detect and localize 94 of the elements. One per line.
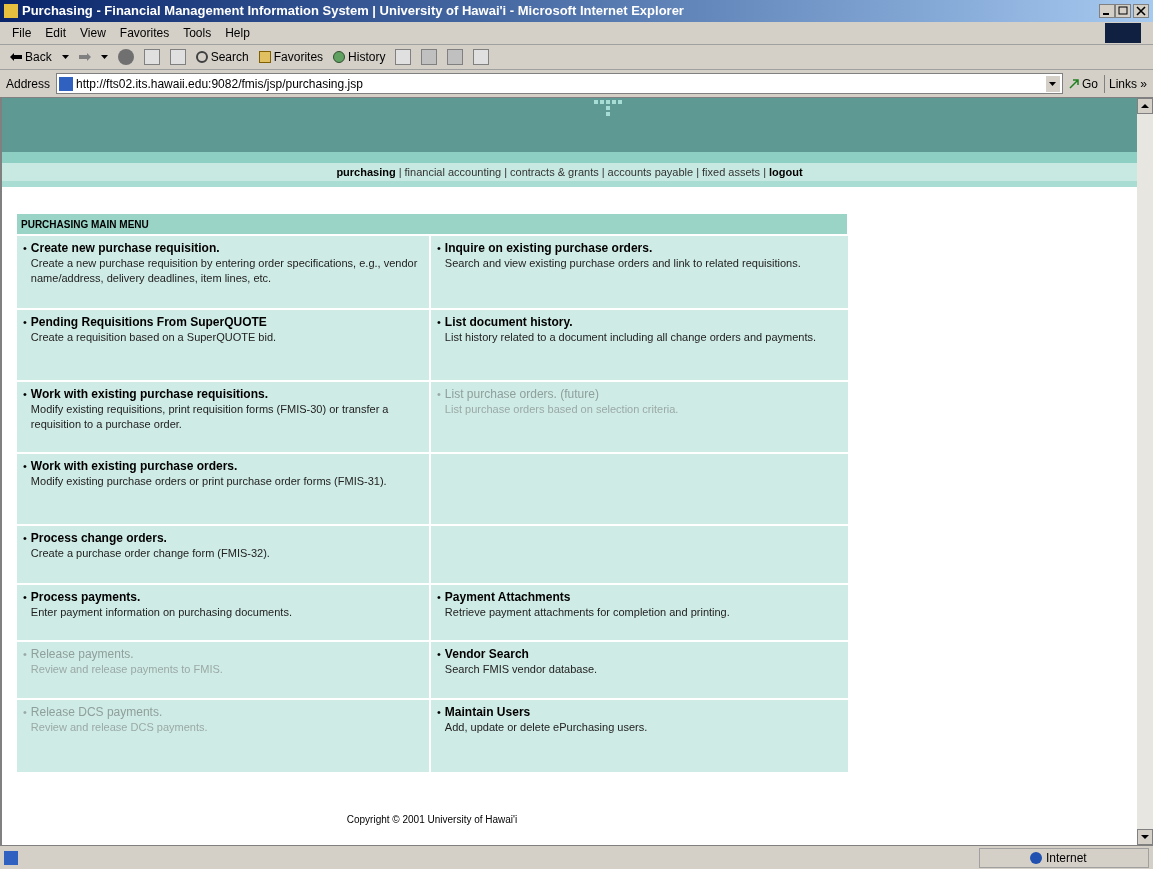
refresh-icon[interactable] xyxy=(143,49,160,65)
bullet: • xyxy=(437,647,441,662)
nav-link[interactable]: logout xyxy=(769,163,803,181)
bullet: • xyxy=(23,241,27,256)
globe-icon xyxy=(1030,851,1042,864)
nav-link[interactable]: financial accounting xyxy=(404,163,502,181)
search-button[interactable]: Search xyxy=(195,48,249,66)
go-button[interactable]: Go xyxy=(1068,74,1098,93)
print-icon[interactable] xyxy=(421,49,438,65)
menu-item[interactable]: Help xyxy=(225,24,250,42)
dropdown-caret-icon[interactable] xyxy=(1049,81,1057,86)
address-label: Address xyxy=(6,75,51,93)
copyright-text: Copyright © 2001 University of Hawai'i xyxy=(345,813,519,827)
windows-logo-icon xyxy=(1105,23,1141,43)
menu-description: Add, update or delete ePurchasing users. xyxy=(444,720,648,735)
folder-icon xyxy=(258,51,271,63)
nav-separator: | xyxy=(504,164,508,180)
menu-link[interactable]: Work with existing purchase orders. xyxy=(30,459,387,474)
discuss-icon[interactable] xyxy=(473,49,490,65)
menu-description: Create a purchase order change form (FMIS-32). xyxy=(30,546,270,561)
menu-item[interactable]: File xyxy=(12,24,32,42)
bullet: • xyxy=(437,315,441,330)
dropdown-caret-icon[interactable] xyxy=(61,55,69,59)
nav-link[interactable]: purchasing xyxy=(336,163,396,181)
menu-link[interactable]: Inquire on existing purchase orders. xyxy=(444,241,801,256)
menu-item[interactable]: View xyxy=(80,24,106,42)
menu-link[interactable]: Create new purchase requisition. xyxy=(30,241,423,256)
dropdown-caret-icon[interactable] xyxy=(100,55,108,59)
links-button[interactable]: Links » xyxy=(1103,74,1147,93)
menu-description: Search FMIS vendor database. xyxy=(444,662,598,677)
menu-description: Review and release payments to FMIS. xyxy=(30,662,223,677)
menu-link[interactable]: Process payments. xyxy=(30,590,292,605)
bullet: • xyxy=(23,590,27,605)
menu-link[interactable]: Pending Requisitions From SuperQUOTE xyxy=(30,315,277,330)
back-button[interactable]: Back xyxy=(10,48,52,66)
bullet: • xyxy=(437,241,441,256)
nav-separator: | xyxy=(763,164,766,180)
menu-description: Enter payment information on purchasing documents. xyxy=(30,605,292,620)
favorites-button[interactable]: Favorites xyxy=(258,48,324,66)
nav-link[interactable]: accounts payable xyxy=(607,163,694,181)
zone-label: Internet xyxy=(1046,849,1087,867)
menu-description: Review and release DCS payments. xyxy=(30,720,208,735)
menu-description: Create a requisition based on a SuperQUOTE bid. xyxy=(30,330,277,345)
menu-item[interactable]: Favorites xyxy=(119,24,170,42)
maximize-button[interactable] xyxy=(1115,4,1131,18)
address-field[interactable]: http://fts02.its.hawaii.edu:9082/fmis/jsp/purchasing.jsp xyxy=(56,73,1063,94)
app-icon xyxy=(4,4,18,18)
bullet: • xyxy=(23,315,27,330)
bullet: • xyxy=(437,590,441,605)
bullet: • xyxy=(23,647,27,662)
menu-link[interactable]: Maintain Users xyxy=(444,705,648,720)
bullet: • xyxy=(23,531,27,546)
stop-icon[interactable] xyxy=(117,49,134,65)
menu-link[interactable]: Vendor Search xyxy=(444,647,598,662)
search-icon xyxy=(195,51,208,63)
nav-separator: | xyxy=(696,164,700,180)
history-icon xyxy=(333,51,346,63)
window-title: Purchasing - Financial Management Information System | University of Hawai'i - Microsoft Internet Explorer xyxy=(22,2,685,21)
page-icon xyxy=(4,850,18,865)
bullet: • xyxy=(23,387,27,402)
page-icon xyxy=(59,76,74,91)
bullet: • xyxy=(437,387,441,402)
arrow-icon xyxy=(1068,78,1079,89)
close-button[interactable] xyxy=(1133,4,1149,18)
menu-item[interactable]: Tools xyxy=(183,24,212,42)
menu-link[interactable]: Work with existing purchase requisitions. xyxy=(30,387,423,402)
back-arrow-icon xyxy=(10,53,22,61)
menu-link[interactable]: Payment Attachments xyxy=(444,590,730,605)
scroll-down-button[interactable] xyxy=(1137,829,1153,845)
menu-description: Create a new purchase requisition by entering order specifications, e.g., vendor name/address, delivery deadlines, item lines, etc. xyxy=(30,256,419,286)
mail-icon[interactable] xyxy=(395,49,412,65)
bullet: • xyxy=(23,459,27,474)
bullet: • xyxy=(23,705,27,720)
table-header: PURCHASING MAIN MENU xyxy=(17,214,847,234)
edit-icon[interactable] xyxy=(447,49,464,65)
menu-description: Modify existing purchase orders or print purchase order forms (FMIS-31). xyxy=(30,474,387,489)
menu-description: List history related to a document including all change orders and payments. xyxy=(444,330,817,345)
menu-link[interactable]: Process change orders. xyxy=(30,531,270,546)
menu-description: Modify existing requisitions, print requisition forms (FMIS-30) or transfer a requisition to a purchase order. xyxy=(30,402,390,432)
nav-link[interactable]: contracts & grants xyxy=(510,163,599,181)
forward-icon[interactable] xyxy=(78,53,91,61)
home-icon[interactable] xyxy=(169,49,186,65)
menu-item[interactable]: Edit xyxy=(45,24,67,42)
menu-description: Retrieve payment attachments for completion and printing. xyxy=(444,605,730,620)
menu-link[interactable]: List document history. xyxy=(444,315,817,330)
nav-separator: | xyxy=(601,164,605,180)
nav-separator: | xyxy=(398,164,402,180)
bullet: • xyxy=(437,705,441,720)
scroll-up-button[interactable] xyxy=(1137,98,1153,114)
menu-description: Search and view existing purchase orders and link to related requisitions. xyxy=(444,256,801,271)
nav-link[interactable]: fixed assets xyxy=(702,163,761,181)
history-button[interactable]: History xyxy=(333,48,386,66)
menu-description: List purchase orders based on selection criteria. xyxy=(444,402,679,417)
minimize-button[interactable] xyxy=(1099,4,1115,18)
